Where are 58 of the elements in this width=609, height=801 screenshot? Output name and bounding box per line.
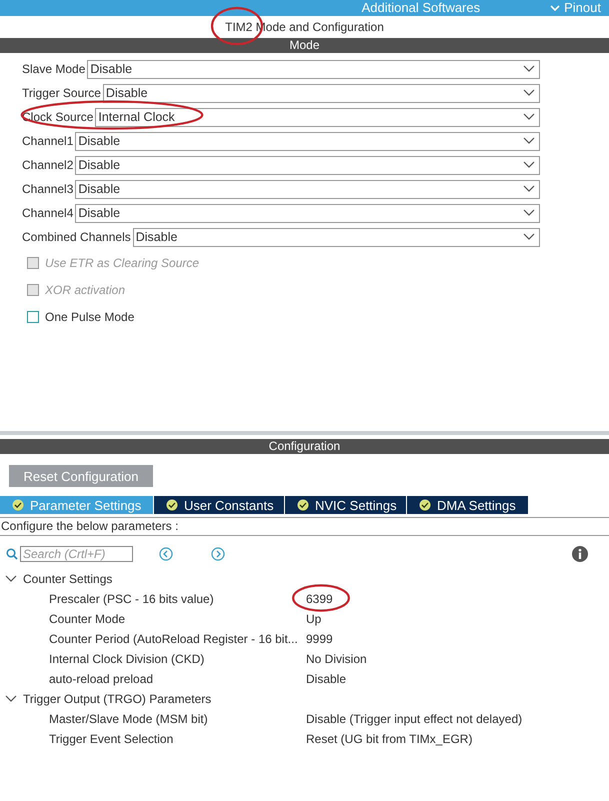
- instructions-text: Configure the below parameters :: [0, 517, 609, 536]
- field-label: Channel2: [22, 158, 74, 172]
- chevron-down-icon: [550, 4, 560, 12]
- tab[interactable]: User Constants: [154, 496, 284, 514]
- chevron-down-icon: [523, 233, 535, 241]
- chevron-down-icon: [523, 209, 535, 217]
- field-label: Slave Mode: [22, 62, 86, 76]
- check-circle-icon: [166, 499, 178, 511]
- chevron-down-icon: [523, 185, 535, 193]
- check-circle-icon: [419, 499, 431, 511]
- parameter-name: auto-reload preload: [48, 672, 154, 686]
- dropdown[interactable]: Disable: [102, 84, 540, 102]
- parameter-name: Prescaler (PSC - 16 bits value): [48, 592, 215, 606]
- parameter-name: Trigger Event Selection: [48, 732, 174, 746]
- checkbox-label: One Pulse Mode: [45, 310, 134, 324]
- search-field[interactable]: Search (Crtl+F): [20, 546, 133, 562]
- tab[interactable]: NVIC Settings: [285, 496, 406, 514]
- field-label: Channel3: [22, 182, 74, 196]
- dropdown[interactable]: Disable: [132, 228, 540, 246]
- parameter-value[interactable]: Disable: [306, 672, 346, 686]
- parameter-name: Counter Period (AutoReload Register - 16 bit...: [48, 632, 299, 646]
- chevron-down-icon: [523, 89, 535, 97]
- check-circle-icon: [12, 499, 24, 511]
- category-label[interactable]: Counter Settings: [23, 572, 112, 586]
- chevron-down-icon: [523, 161, 535, 169]
- search-icon: [6, 548, 18, 560]
- checkbox-label: Use ETR as Clearing Source: [45, 256, 200, 270]
- next-icon[interactable]: [211, 547, 225, 561]
- parameter-value[interactable]: Disable (Trigger input effect not delayed): [306, 712, 522, 726]
- chevron-down-icon: [523, 65, 535, 73]
- info-icon[interactable]: [572, 546, 588, 562]
- parameter-value[interactable]: No Division: [306, 652, 367, 666]
- field-label: Trigger Source: [22, 86, 101, 100]
- chevron-down-icon: [523, 113, 535, 121]
- dropdown[interactable]: Disable: [75, 132, 540, 150]
- field-label: Channel1: [22, 134, 74, 148]
- dropdown[interactable]: Disable: [87, 60, 540, 78]
- chevron-down-icon: [523, 137, 535, 145]
- parameter-name: Internal Clock Division (CKD): [48, 652, 206, 666]
- dropdown[interactable]: Disable: [75, 204, 540, 222]
- field-label: Combined Channels: [22, 230, 131, 244]
- tab[interactable]: DMA Settings: [407, 496, 528, 514]
- parameter-name: Counter Mode: [48, 612, 126, 626]
- section-header: Mode: [0, 38, 609, 53]
- checkbox-label: XOR activation: [45, 282, 126, 296]
- section-header: Configuration: [0, 439, 609, 454]
- dropdown[interactable]: Disable: [75, 156, 540, 174]
- parameter-name: Master/Slave Mode (MSM bit): [48, 712, 209, 726]
- checkbox[interactable]: [27, 310, 39, 322]
- previous-icon[interactable]: [159, 547, 173, 561]
- category-label[interactable]: Trigger Output (TRGO) Parameters: [23, 692, 212, 706]
- dropdown[interactable]: Disable: [75, 180, 540, 198]
- parameter-value[interactable]: Up: [306, 612, 322, 626]
- parameter-value[interactable]: 9999: [306, 632, 333, 646]
- check-circle-icon: [297, 499, 309, 511]
- parameter-value[interactable]: Reset (UG bit from TIMx_EGR): [306, 732, 472, 746]
- field-label: Channel4: [22, 206, 74, 220]
- dropdown[interactable]: Internal Clock: [95, 108, 540, 126]
